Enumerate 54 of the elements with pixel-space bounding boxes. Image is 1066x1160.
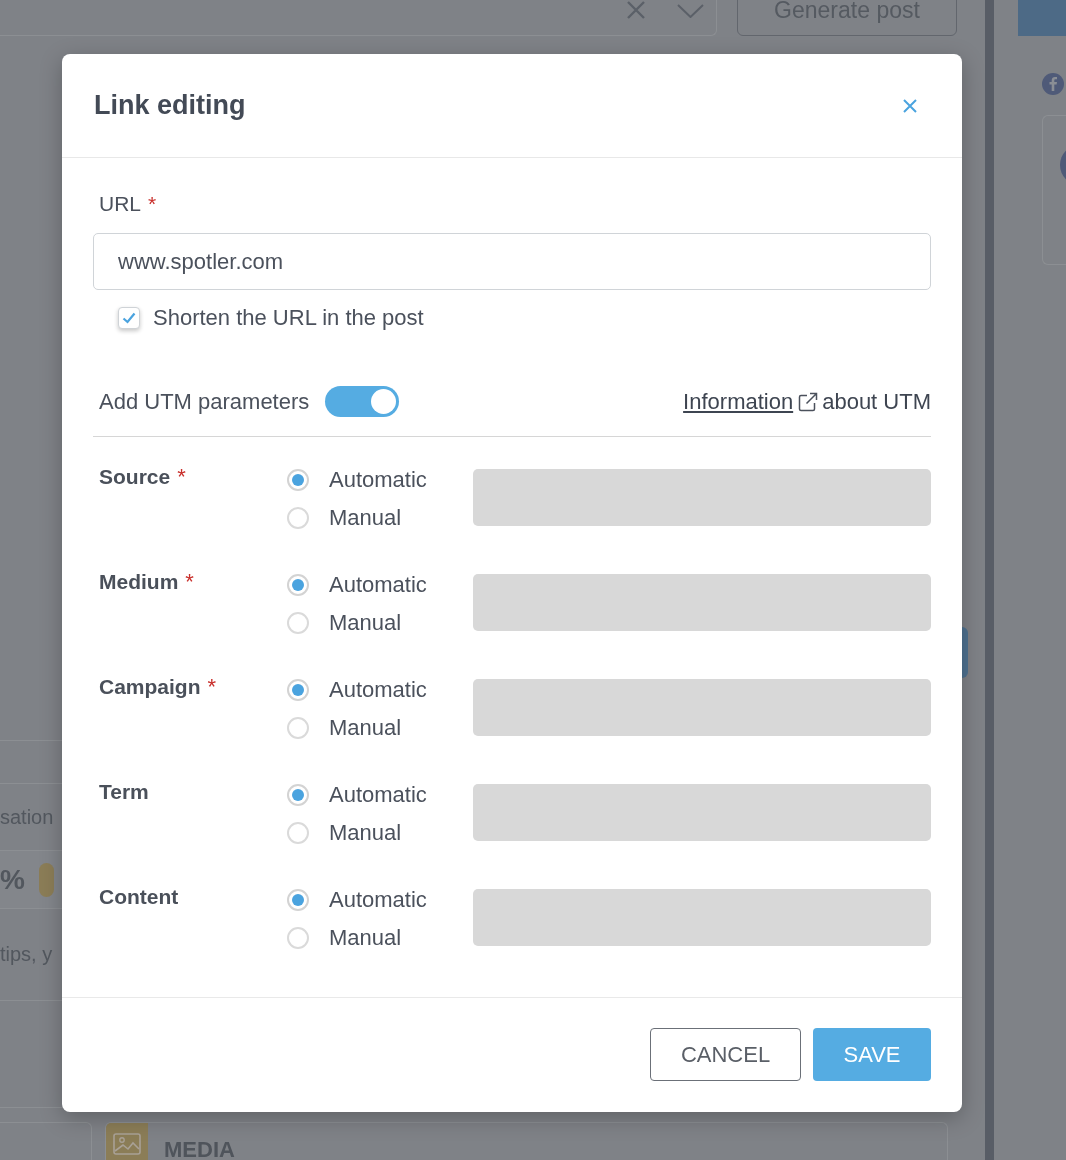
radio-button[interactable] (287, 784, 309, 806)
radio-button[interactable] (287, 612, 309, 634)
info-link[interactable]: Information (683, 388, 794, 415)
radio-label: Automatic (329, 782, 427, 808)
radio-button[interactable] (287, 717, 309, 739)
url-input[interactable]: www.spotler.com (93, 233, 931, 290)
metric-value: % (0, 863, 25, 896)
required-mark: * (148, 192, 157, 216)
image-icon (113, 1133, 141, 1155)
field-label: Content (99, 885, 179, 909)
toggle-label: Add UTM parameters (99, 388, 310, 415)
radio-label: Manual (329, 820, 402, 846)
radio-label: Manual (329, 610, 402, 636)
parameter-field[interactable] (473, 889, 931, 946)
cancel-button[interactable]: CANCEL (650, 1028, 801, 1081)
radio-button[interactable] (287, 507, 309, 529)
field-label: Source (99, 465, 171, 489)
header-bar (1018, 0, 1066, 36)
checkbox-label: Shorten the URL in the post (153, 305, 424, 331)
info-text: about UTM (822, 388, 931, 415)
external-link-icon (798, 391, 819, 412)
radio-button[interactable] (287, 469, 309, 491)
check-icon (122, 312, 136, 324)
radio-label: Automatic (329, 887, 427, 913)
radio-label: Manual (329, 715, 402, 741)
field-label: Campaign (99, 675, 201, 699)
chevron-down-icon[interactable] (677, 4, 704, 18)
radio-button[interactable] (287, 822, 309, 844)
radio-button[interactable] (287, 679, 309, 701)
close-icon[interactable] (626, 1, 646, 19)
radio-label: Manual (329, 925, 402, 951)
dialog-title: Link editing (94, 90, 246, 121)
parameter-field[interactable] (473, 679, 931, 736)
field-label: Term (99, 780, 149, 804)
radio-button[interactable] (287, 927, 309, 949)
field-label: URL (99, 192, 141, 216)
radio-label: Manual (329, 505, 402, 531)
parameter-field[interactable] (473, 574, 931, 631)
radio-button[interactable] (287, 889, 309, 911)
parameter-field[interactable] (473, 784, 931, 841)
required-mark: * (177, 465, 186, 489)
toggle-switch[interactable] (325, 386, 400, 417)
checkbox[interactable] (118, 307, 140, 329)
parameter-field[interactable] (473, 469, 931, 526)
required-mark: * (207, 675, 217, 699)
required-mark: * (185, 570, 194, 594)
close-icon[interactable] (903, 98, 917, 113)
radio-label: Automatic (329, 677, 427, 703)
field-label: Medium (99, 570, 179, 594)
radio-label: Automatic (329, 467, 427, 493)
f-logo-icon (1042, 73, 1064, 95)
radio-label: Automatic (329, 572, 427, 598)
pill-icon (38, 862, 54, 897)
radio-button[interactable] (287, 574, 309, 596)
